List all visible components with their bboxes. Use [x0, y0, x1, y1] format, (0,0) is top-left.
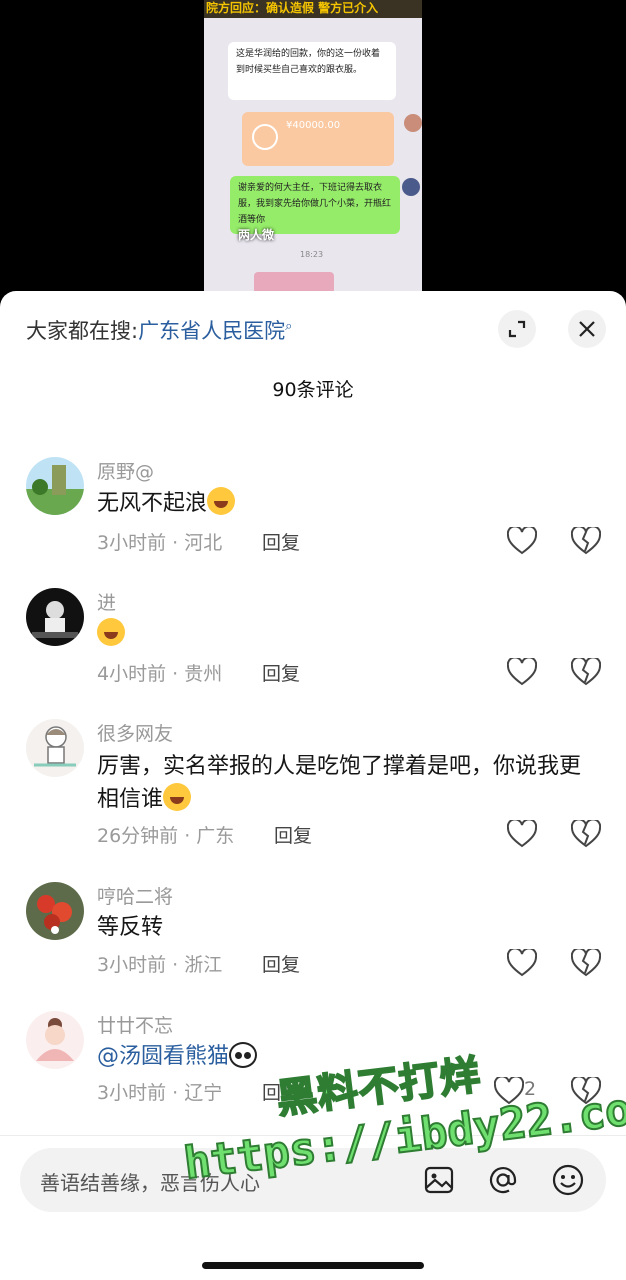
comment-input-placeholder: 善语结善缘，恶言伤人心: [40, 1171, 260, 1195]
home-indicator[interactable]: [202, 1262, 424, 1269]
heart-icon[interactable]: [507, 820, 537, 848]
avatar[interactable]: [26, 719, 84, 777]
chat-avatar: [404, 114, 422, 132]
comment-author[interactable]: 很多网友: [97, 719, 173, 746]
comment-author[interactable]: 廿廿不忘: [97, 1011, 173, 1038]
laugh-emoji: [97, 618, 125, 646]
search-icon: ⌕: [285, 319, 293, 334]
reply-button[interactable]: 回复: [262, 950, 300, 977]
panda-emoji: [229, 1042, 258, 1068]
search-keyword[interactable]: 广东省人民医院: [138, 319, 285, 343]
transfer-icon: [252, 124, 278, 150]
avatar[interactable]: [26, 457, 84, 515]
expand-icon: [508, 320, 526, 338]
emoji-icon[interactable]: [551, 1163, 585, 1197]
chat-avatar: [402, 178, 420, 196]
money-transfer-bubble: ¥40000.00: [242, 112, 394, 166]
broken-heart-icon[interactable]: [571, 949, 601, 977]
comment-text: 厉害，实名举报的人是吃饱了撑着是吧，你说我更相信谁: [97, 754, 582, 812]
broken-heart-icon[interactable]: [571, 658, 601, 686]
comment-input[interactable]: 善语结善缘，恶言伤人心: [20, 1148, 606, 1212]
transfer-amount: ¥40000.00: [286, 120, 341, 131]
close-icon: [579, 321, 595, 337]
search-prefix: 大家都在搜:: [26, 319, 139, 343]
heart-icon[interactable]: [494, 1077, 524, 1105]
heart-icon[interactable]: [507, 658, 537, 686]
reply-button[interactable]: 回复: [262, 528, 300, 555]
heart-icon[interactable]: [507, 527, 537, 555]
laugh-emoji: [207, 487, 236, 515]
reply-button[interactable]: 回复: [274, 821, 312, 848]
comment-author[interactable]: 原野@: [97, 457, 154, 484]
broken-heart-icon[interactable]: [571, 527, 601, 555]
like-count: 2: [524, 1078, 537, 1100]
comment-text: [97, 618, 597, 651]
heart-icon[interactable]: [507, 949, 537, 977]
avatar[interactable]: [26, 882, 84, 940]
comment-text: 无风不起浪: [97, 487, 597, 520]
laugh-emoji: [163, 783, 192, 811]
reply-button[interactable]: 回复: [262, 659, 300, 686]
comment-meta: 3小时前 · 辽宁: [97, 1082, 223, 1104]
broken-heart-icon[interactable]: [571, 820, 601, 848]
comment-meta: 4小时前 · 贵州: [97, 663, 223, 685]
video-preview[interactable]: 院方回应：确认造假 警方已介入 这是华润给的回款，你的这一份收着到时候买些自己喜…: [204, 0, 422, 300]
chat-bubble-white: 这是华润给的回款，你的这一份收着到时候买些自己喜欢的跟衣服。: [228, 42, 396, 100]
comment-author[interactable]: 哼哈二将: [97, 882, 173, 909]
trending-search[interactable]: 大家都在搜:广东省人民医院⌕: [26, 315, 292, 345]
comment-author[interactable]: 进: [97, 588, 116, 615]
comment-sheet: 大家都在搜:广东省人民医院⌕ 90条评论 原野@ 无风不起浪 3小时前 · 河北…: [0, 291, 626, 1280]
comment-meta: 3小时前 · 浙江: [97, 954, 223, 976]
divider: [0, 1135, 626, 1136]
avatar[interactable]: [26, 1011, 84, 1069]
comment-text: 等反转: [97, 915, 164, 940]
comment-meta: 3小时前 · 河北: [97, 532, 223, 554]
video-headline: 院方回应：确认造假 警方已介入: [204, 0, 422, 18]
broken-heart-icon[interactable]: [571, 1077, 601, 1105]
close-button[interactable]: [568, 310, 606, 348]
image-icon[interactable]: [422, 1163, 456, 1197]
comment-count: 90条评论: [272, 379, 354, 401]
reply-button[interactable]: 回复: [262, 1078, 300, 1105]
video-caption: 两人微: [238, 228, 275, 242]
comment-meta: 26分钟前 · 广东: [97, 825, 235, 847]
chat-timestamp: 18:23: [300, 250, 324, 259]
avatar[interactable]: [26, 588, 84, 646]
comment-text: @汤圆看熊猫: [97, 1041, 597, 1073]
expand-button[interactable]: [498, 310, 536, 348]
mention-icon[interactable]: [486, 1163, 520, 1197]
